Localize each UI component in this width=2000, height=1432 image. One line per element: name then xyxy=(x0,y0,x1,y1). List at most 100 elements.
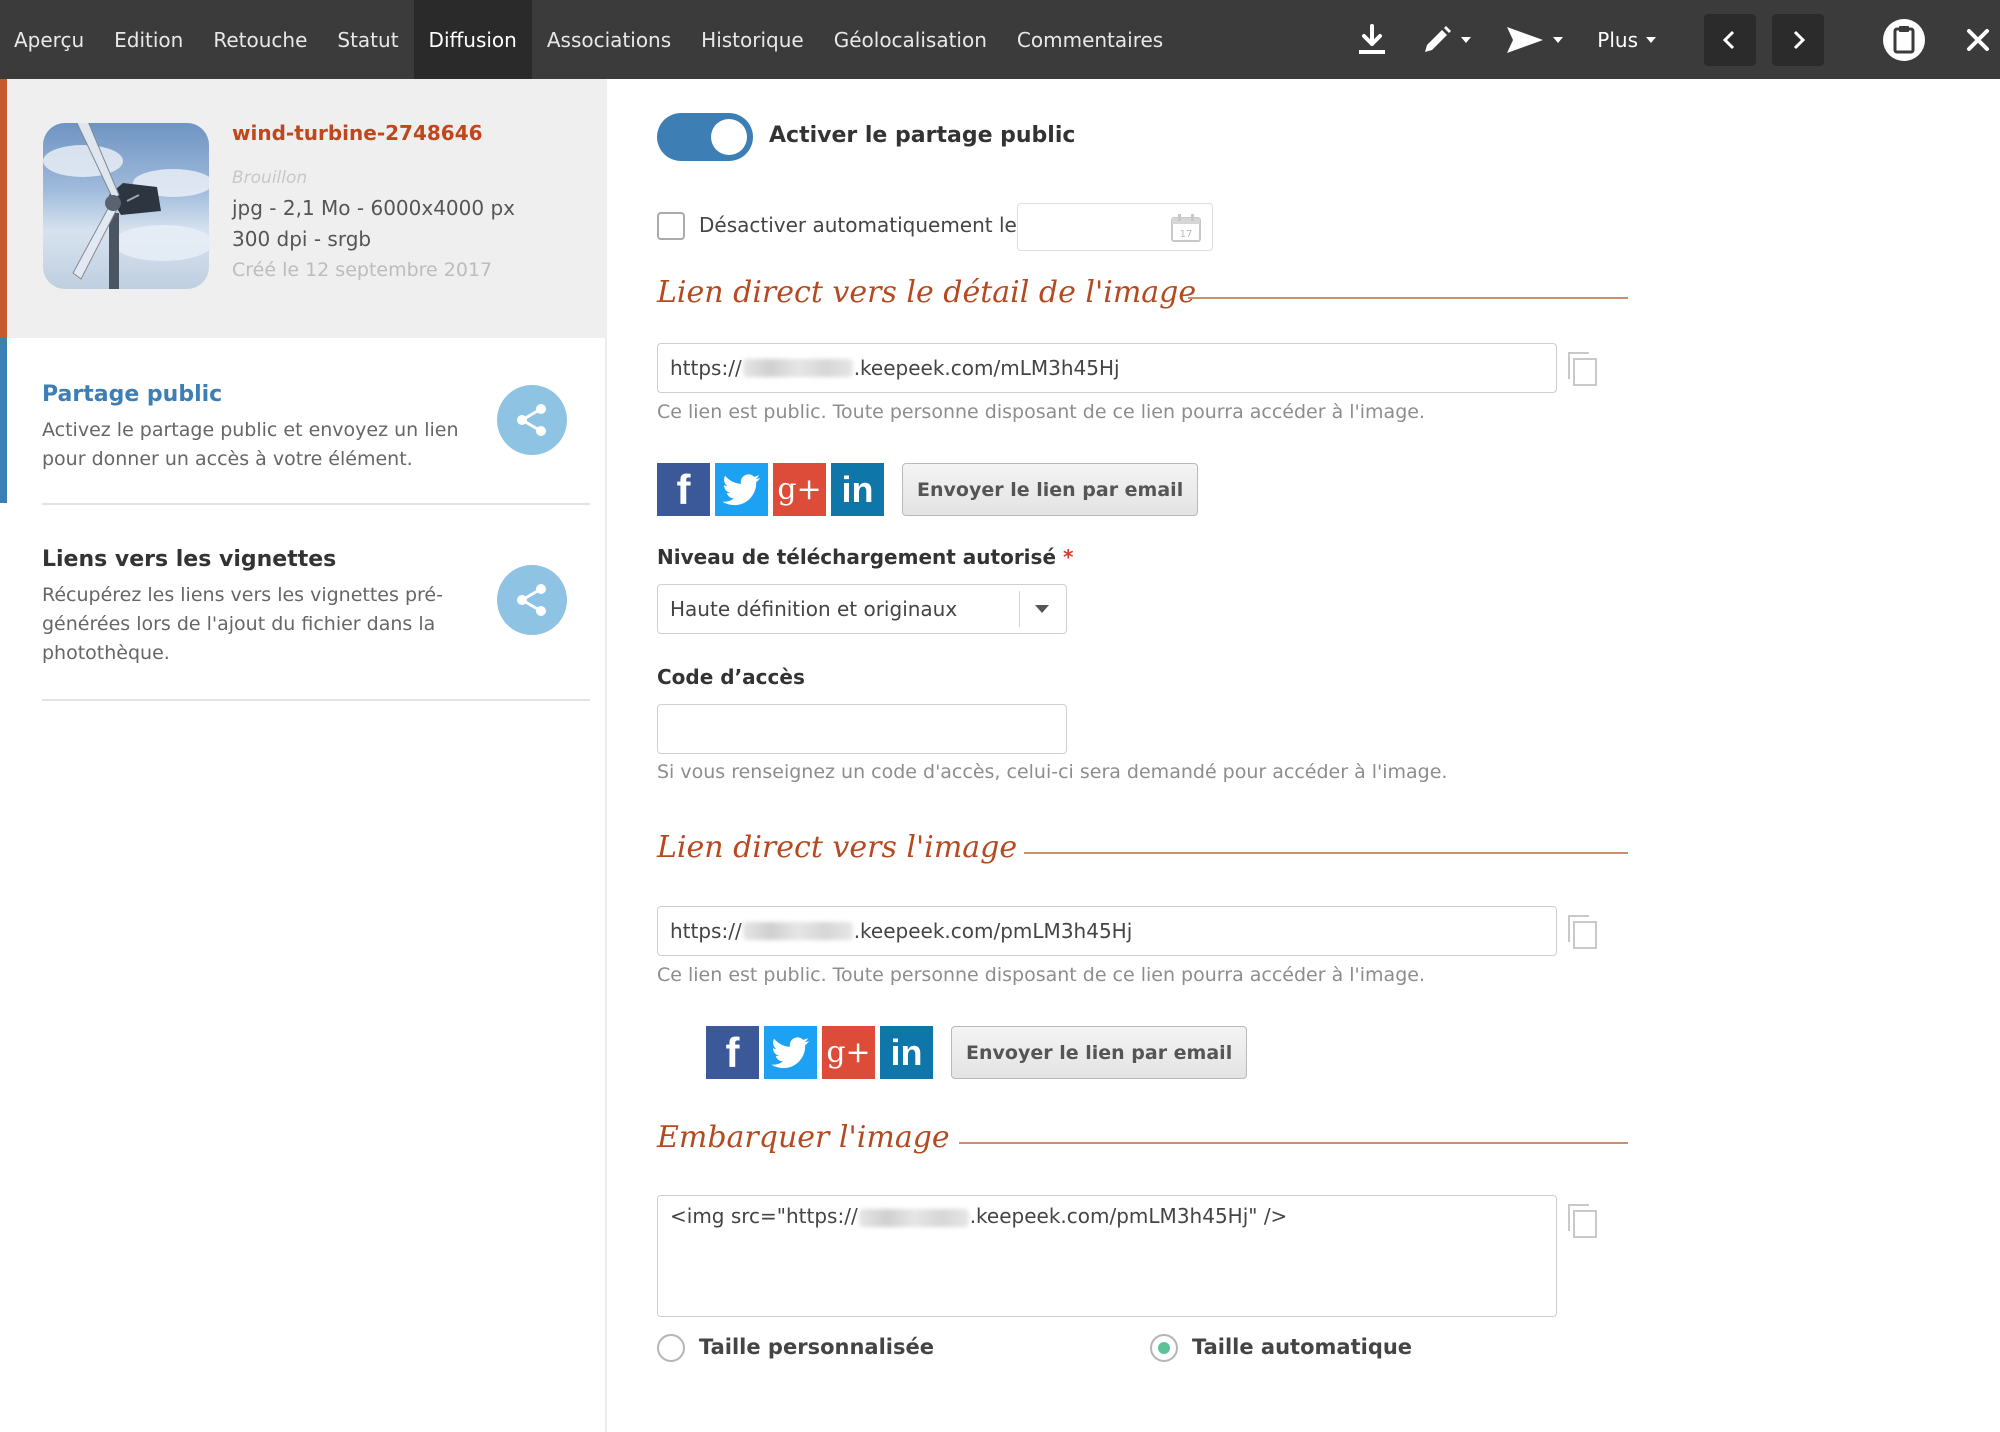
public-share-toggle[interactable] xyxy=(657,113,753,161)
auto-size-radio[interactable] xyxy=(1150,1334,1178,1362)
redacted-domain xyxy=(858,1208,969,1227)
clipboard-button[interactable] xyxy=(1882,18,1926,62)
redacted-domain xyxy=(742,359,853,377)
public-share-panel: Activer le partage public Désactiver aut… xyxy=(607,79,2000,1432)
download-level-label: Niveau de téléchargement autorisé * xyxy=(657,545,1073,569)
file-status: Brouillon xyxy=(232,168,308,188)
image-link-field[interactable]: https:// .keepeek.com/pmLM3h45Hj xyxy=(657,906,1557,956)
sidebar-item-desc: Activez le partage public et envoyez un … xyxy=(42,419,459,470)
custom-size-label: Taille personnalisée xyxy=(699,1335,934,1359)
file-resolution: 300 dpi - srgb xyxy=(232,227,372,251)
twitter-share-button[interactable] xyxy=(764,1026,817,1079)
required-mark: * xyxy=(1062,545,1074,569)
tab-associations[interactable]: Associations xyxy=(532,0,686,79)
sidebar-item-desc: Récupérez les liens vers les vignettes p… xyxy=(42,584,443,664)
google-plus-icon: g+ xyxy=(826,1035,871,1070)
public-share-toggle-label: Activer le partage public xyxy=(769,123,1076,148)
url-suffix: .keepeek.com/pmLM3h45Hj xyxy=(853,919,1133,943)
sidebar-item-thumbnail-links[interactable]: Liens vers les vignettes Récupérez les l… xyxy=(0,505,590,779)
twitter-icon xyxy=(771,1036,809,1068)
chevron-down-icon xyxy=(1553,36,1564,43)
edit-menu-button[interactable] xyxy=(1421,24,1472,56)
access-code-label: Code d’accès xyxy=(657,665,805,689)
embed-code-suffix: .keepeek.com/pmLM3h45Hj" /> xyxy=(969,1204,1288,1228)
file-thumbnail xyxy=(43,123,209,289)
tab-retouche[interactable]: Retouche xyxy=(198,0,322,79)
facebook-icon: f xyxy=(725,1028,740,1076)
clipboard-icon xyxy=(1883,18,1925,61)
file-created-date: Créé le 12 septembre 2017 xyxy=(232,259,493,281)
more-menu-button[interactable]: Plus xyxy=(1597,28,1656,52)
share-button[interactable] xyxy=(497,565,567,635)
tab-diffusion[interactable]: Diffusion xyxy=(413,0,532,79)
auto-disable-checkbox[interactable] xyxy=(657,212,685,240)
tab-apercu[interactable]: Aperçu xyxy=(0,0,99,79)
social-share-buttons: f g+ in xyxy=(657,463,884,516)
facebook-share-button[interactable]: f xyxy=(706,1026,759,1079)
embed-code-prefix: <img src="https:// xyxy=(670,1204,858,1228)
toolbar-actions: Plus xyxy=(1357,0,2000,79)
copy-icon[interactable] xyxy=(1565,1201,1601,1241)
access-code-input[interactable] xyxy=(657,704,1067,754)
sidebar-divider xyxy=(42,699,590,701)
share-button[interactable] xyxy=(497,385,567,455)
next-button[interactable] xyxy=(1772,13,1824,66)
sidebar-item-public-share[interactable]: Partage public Activez le partage public… xyxy=(0,338,590,503)
tab-statut[interactable]: Statut xyxy=(322,0,413,79)
facebook-icon: f xyxy=(676,465,691,513)
tab-commentaires[interactable]: Commentaires xyxy=(1002,0,1178,79)
linkedin-share-button[interactable]: in xyxy=(880,1026,933,1079)
toggle-knob xyxy=(711,119,747,155)
file-format-size: jpg - 2,1 Mo - 6000x4000 px xyxy=(232,196,515,220)
section-rule xyxy=(1024,852,1628,854)
facebook-share-button[interactable]: f xyxy=(657,463,710,516)
chevron-down-icon xyxy=(1461,36,1472,43)
download-level-select[interactable]: Haute définition et originaux xyxy=(657,584,1067,634)
send-menu-button[interactable] xyxy=(1505,24,1564,56)
sidebar-item-title: Liens vers les vignettes xyxy=(42,547,337,572)
pencil-icon xyxy=(1425,25,1452,52)
tab-historique[interactable]: Historique xyxy=(686,0,819,79)
tab-edition[interactable]: Edition xyxy=(99,0,198,79)
send-link-email-button[interactable]: Envoyer le lien par email xyxy=(951,1026,1248,1079)
chevron-down-icon xyxy=(1035,605,1049,613)
auto-size-label: Taille automatique xyxy=(1192,1335,1413,1359)
image-link-hint: Ce lien est public. Toute personne dispo… xyxy=(657,964,1425,986)
embed-code-textarea[interactable]: <img src="https:// .keepeek.com/pmLM3h45H… xyxy=(657,1195,1557,1317)
detail-link-hint: Ce lien est public. Toute personne dispo… xyxy=(657,401,1425,423)
download-button[interactable] xyxy=(1357,23,1387,56)
google-plus-share-button[interactable]: g+ xyxy=(822,1026,875,1079)
auto-disable-label: Désactiver automatiquement le xyxy=(699,213,1017,237)
download-level-label-text: Niveau de téléchargement autorisé xyxy=(657,545,1057,569)
linkedin-icon: in xyxy=(890,1031,923,1073)
chevron-left-icon xyxy=(1722,30,1735,49)
custom-size-radio[interactable] xyxy=(657,1334,685,1362)
detail-link-field[interactable]: https:// .keepeek.com/mLM3h45Hj xyxy=(657,343,1557,393)
access-code-hint: Si vous renseignez un code d'accès, celu… xyxy=(657,761,1448,783)
google-plus-share-button[interactable]: g+ xyxy=(773,463,826,516)
twitter-share-button[interactable] xyxy=(715,463,768,516)
close-button[interactable] xyxy=(1966,28,1990,52)
file-name: wind-turbine-2748646 xyxy=(232,121,483,145)
sidebar: wind-turbine-2748646 Brouillon jpg - 2,1… xyxy=(0,79,607,1432)
auto-disable-date-input[interactable]: 17 xyxy=(1017,203,1213,251)
copy-icon[interactable] xyxy=(1565,349,1601,389)
share-icon xyxy=(517,584,546,616)
linkedin-share-button[interactable]: in xyxy=(831,463,884,516)
svg-text:17: 17 xyxy=(1180,229,1193,240)
select-separator xyxy=(1019,591,1020,627)
url-suffix: .keepeek.com/mLM3h45Hj xyxy=(853,356,1120,380)
top-navigation-bar: Aperçu Edition Retouche Statut Diffusion… xyxy=(0,0,2000,79)
sidebar-item-title: Partage public xyxy=(42,382,223,407)
send-link-email-button[interactable]: Envoyer le lien par email xyxy=(902,463,1199,516)
download-level-value: Haute définition et originaux xyxy=(670,597,958,621)
redacted-domain xyxy=(742,922,853,940)
tab-geolocalisation[interactable]: Géolocalisation xyxy=(819,0,1002,79)
chevron-down-icon xyxy=(1646,36,1656,43)
google-plus-icon: g+ xyxy=(777,472,822,507)
chevron-right-icon xyxy=(1793,30,1806,49)
social-share-buttons: f g+ in xyxy=(706,1026,933,1079)
url-prefix: https:// xyxy=(670,356,742,380)
copy-icon[interactable] xyxy=(1565,912,1601,952)
previous-button[interactable] xyxy=(1704,13,1756,66)
